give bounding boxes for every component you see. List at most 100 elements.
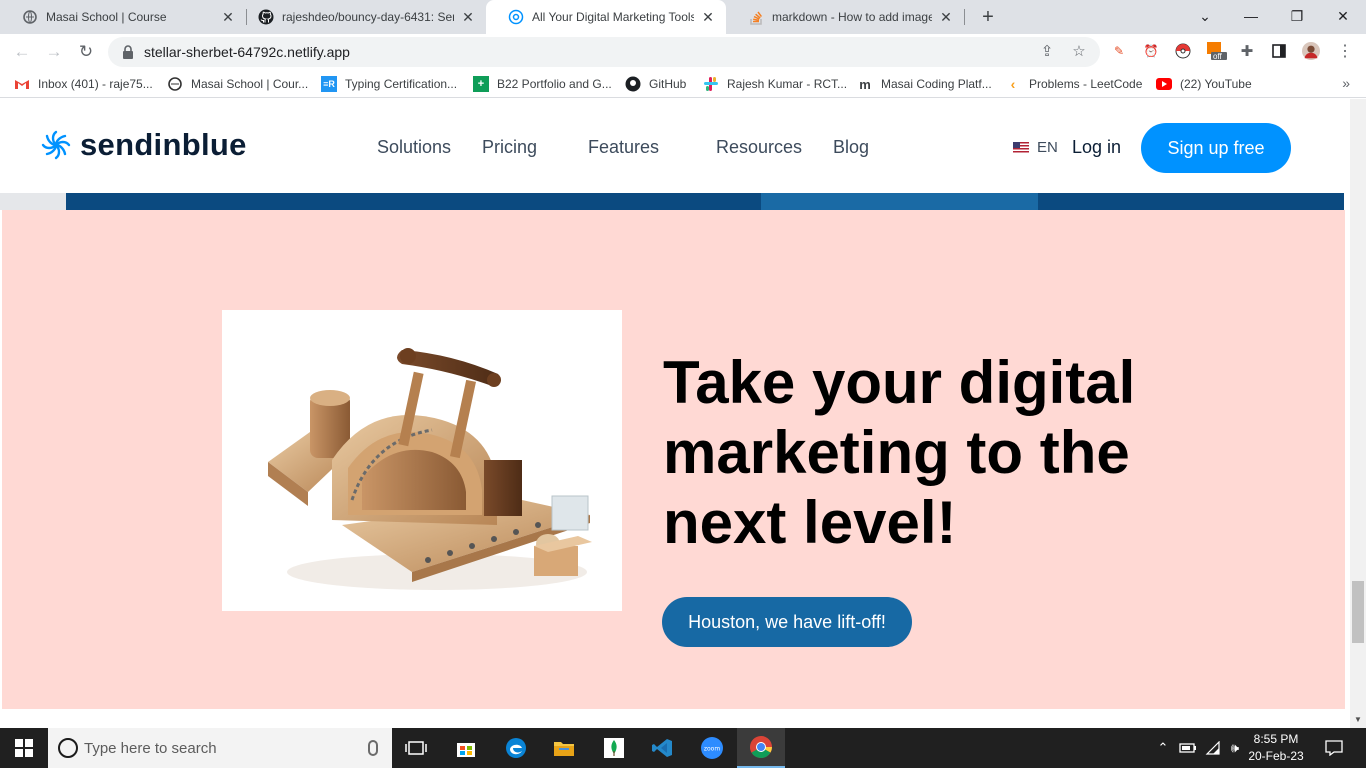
bookmark-masai-coding[interactable]: m Masai Coding Platf... — [857, 75, 992, 93]
brand-name: sendinblue — [80, 127, 247, 162]
close-tab-icon[interactable]: ✕ — [460, 9, 476, 25]
bookmark-leetcode[interactable]: ‹ Problems - LeetCode — [1005, 75, 1143, 93]
pokeball-extension-icon[interactable] — [1174, 42, 1192, 60]
puzzle-extensions-icon[interactable]: ✚ — [1238, 42, 1256, 60]
globe-icon — [167, 76, 183, 92]
alarm-extension-icon[interactable]: ⏰ — [1142, 42, 1160, 60]
bookmark-masai[interactable]: Masai School | Cour... — [167, 75, 308, 93]
browser-tab-active[interactable]: All Your Digital Marketing Tools i ✕ — [486, 0, 726, 34]
tray-overflow-chevron-icon[interactable]: ⌃ — [1154, 728, 1172, 768]
hero-illustration — [222, 310, 622, 611]
task-view-icon[interactable] — [392, 728, 440, 768]
chrome-icon[interactable] — [737, 728, 785, 768]
clock-time: 8:55 PM — [1253, 732, 1299, 746]
mongodb-icon[interactable] — [590, 728, 638, 768]
nav-pricing[interactable]: Pricing — [482, 137, 537, 158]
microphone-icon[interactable] — [368, 740, 378, 756]
nav-band-left — [0, 193, 66, 210]
new-tab-button[interactable]: + — [976, 5, 1000, 29]
bookmarks-bar: Inbox (401) - raje75... Masai School | C… — [0, 70, 1366, 98]
browser-tab[interactable]: markdown - How to add images ✕ — [726, 0, 964, 34]
windows-start-icon[interactable] — [0, 728, 48, 768]
us-flag-icon — [1013, 142, 1029, 153]
tab-title: rajeshdeo/bouncy-day-6431: Sen — [282, 10, 454, 24]
nav-blog[interactable]: Blog — [833, 137, 869, 158]
side-panel-icon[interactable] — [1270, 42, 1288, 60]
close-tab-icon[interactable]: ✕ — [700, 9, 716, 25]
github-favicon-icon — [258, 9, 274, 25]
masai-m-icon: m — [859, 76, 871, 92]
hero-section: Take your digital marketing to the next … — [2, 210, 1345, 709]
browser-tab[interactable]: Masai School | Course ✕ — [0, 0, 246, 34]
pen-extension-icon[interactable]: ✎ — [1110, 42, 1128, 60]
bookmark-gmail[interactable]: Inbox (401) - raje75... — [14, 75, 153, 93]
hero-cta-button[interactable]: Houston, we have lift-off! — [662, 597, 912, 647]
page-viewport: sendinblue Solutions Pricing Features Re… — [0, 99, 1366, 728]
bookmark-typing[interactable]: ≡R Typing Certification... — [321, 75, 457, 93]
bookmark-portfolio[interactable]: + B22 Portfolio and G... — [473, 75, 612, 93]
language-selector[interactable]: EN — [1013, 139, 1058, 156]
extension-badge: off — [1213, 52, 1222, 61]
more-menu-icon[interactable]: ⋮ — [1336, 42, 1354, 60]
edge-icon[interactable] — [492, 728, 540, 768]
sendinblue-logo[interactable]: sendinblue — [40, 127, 247, 163]
bookmark-youtube[interactable]: (22) YouTube — [1156, 75, 1252, 93]
close-tab-icon[interactable]: ✕ — [938, 9, 954, 25]
signup-button[interactable]: Sign up free — [1141, 123, 1291, 173]
scroll-down-arrow-icon[interactable]: ▼ — [1352, 713, 1364, 725]
file-explorer-icon[interactable] — [540, 728, 588, 768]
sheets-icon: + — [473, 76, 489, 92]
tab-separator — [964, 9, 965, 25]
lock-icon — [123, 45, 133, 59]
close-window-button[interactable]: ✕ — [1328, 4, 1358, 28]
system-clock[interactable]: 8:55 PM 20-Feb-23 — [1248, 731, 1304, 765]
reload-icon[interactable]: ↻ — [74, 40, 98, 64]
notifications-icon[interactable] — [1320, 728, 1348, 768]
browser-tab[interactable]: rajeshdeo/bouncy-day-6431: Sen ✕ — [236, 0, 486, 34]
windows-taskbar: Type here to search zoom ⌃ 🕪 8:55 PM 20-… — [0, 728, 1366, 768]
nav-band-highlight — [761, 193, 1038, 210]
clock-date: 20-Feb-23 — [1248, 749, 1304, 763]
nav-resources[interactable]: Resources — [716, 137, 802, 158]
battery-icon[interactable] — [1178, 728, 1198, 768]
scrollbar-thumb[interactable] — [1352, 581, 1364, 643]
language-code: EN — [1037, 139, 1058, 156]
slack-icon — [703, 76, 719, 92]
taskbar-search-placeholder: Type here to search — [84, 739, 217, 757]
sendinblue-logo-icon — [41, 130, 71, 160]
share-icon[interactable]: ⇪ — [1036, 40, 1058, 62]
tab-search-chevron-icon[interactable]: ⌄ — [1190, 4, 1220, 28]
address-bar[interactable]: stellar-sherbet-64792c.netlify.app — [108, 37, 1100, 67]
close-tab-icon[interactable]: ✕ — [220, 9, 236, 25]
gmail-icon — [14, 76, 30, 92]
forward-arrow-icon[interactable]: → — [42, 40, 66, 64]
bookmark-star-icon[interactable]: ☆ — [1068, 40, 1090, 62]
nav-features[interactable]: Features — [588, 137, 659, 158]
typing-icon: ≡R — [321, 76, 337, 92]
browser-tab-strip: Masai School | Course ✕ rajeshdeo/bouncy… — [0, 0, 1366, 34]
bookmark-slack[interactable]: Rajesh Kumar - RCT... — [703, 75, 847, 93]
profile-avatar[interactable] — [1302, 42, 1320, 60]
nav-solutions[interactable]: Solutions — [377, 137, 451, 158]
bookmark-github[interactable]: GitHub — [625, 75, 686, 93]
leetcode-icon: ‹ — [1010, 76, 1016, 92]
url-text: stellar-sherbet-64792c.netlify.app — [144, 44, 350, 60]
zoom-icon[interactable]: zoom — [688, 728, 736, 768]
bookmarks-overflow-icon[interactable]: » — [1342, 75, 1350, 91]
wifi-icon[interactable] — [1203, 728, 1223, 768]
youtube-icon — [1156, 76, 1172, 92]
minimize-button[interactable]: — — [1236, 4, 1266, 28]
sendinblue-favicon-icon — [508, 9, 524, 25]
vscode-icon[interactable] — [638, 728, 686, 768]
volume-icon[interactable]: 🕪 — [1225, 728, 1245, 768]
svg-text:zoom: zoom — [704, 746, 720, 753]
extension-off-icon[interactable]: off — [1206, 42, 1228, 61]
restore-button[interactable]: ❐ — [1282, 4, 1312, 28]
wooden-throttle-lever-image — [268, 348, 592, 590]
tab-title: Masai School | Course — [46, 10, 167, 24]
masai-favicon-icon — [22, 9, 38, 25]
back-arrow-icon[interactable]: ← — [10, 40, 34, 64]
taskbar-search-box[interactable]: Type here to search — [48, 728, 392, 768]
login-link[interactable]: Log in — [1072, 137, 1121, 158]
microsoft-store-icon[interactable] — [442, 728, 490, 768]
